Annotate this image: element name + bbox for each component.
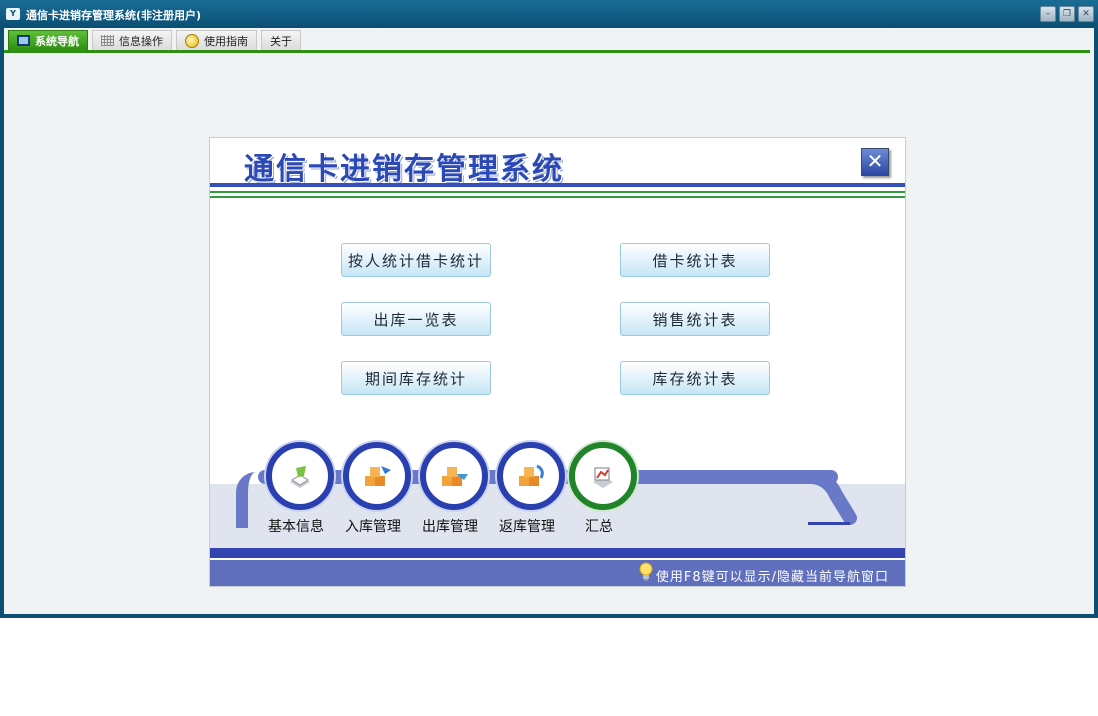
- navigation-panel: 通信卡进销存管理系统 ✕ 按人统计借卡统计 借卡统计表 出库一览表 销售统计表 …: [209, 137, 906, 587]
- module-ring: [266, 442, 334, 510]
- module-summary[interactable]: 汇总: [559, 442, 639, 542]
- module-ring: [343, 442, 411, 510]
- header-rule: [210, 191, 905, 193]
- tab-label: 使用指南: [204, 34, 248, 48]
- app-logo-icon: Y: [6, 8, 20, 20]
- panel-title: 通信卡进销存管理系统: [244, 152, 564, 187]
- module-basic-info[interactable]: 基本信息: [256, 442, 336, 542]
- tab-underline: [4, 50, 1090, 53]
- decorative-pipe: [770, 470, 857, 525]
- report-button-borrow-stats[interactable]: 借卡统计表: [620, 243, 770, 277]
- help-icon: [185, 33, 199, 48]
- return-icon: [519, 464, 544, 486]
- module-stock-out[interactable]: 出库管理: [410, 442, 490, 542]
- report-button-outbound-list[interactable]: 出库一览表: [341, 302, 491, 336]
- report-button-inventory-stats[interactable]: 库存统计表: [620, 361, 770, 395]
- basic-info-icon: [290, 466, 310, 488]
- module-label: 返库管理: [499, 519, 555, 535]
- restore-button[interactable]: ❐: [1059, 6, 1075, 22]
- panel-footer: 使用F8键可以显示/隐藏当前导航窗口: [210, 560, 905, 586]
- stock-out-icon: [442, 467, 468, 486]
- window-title: 通信卡进销存管理系统(非注册用户): [26, 9, 202, 22]
- module-label: 入库管理: [345, 519, 401, 535]
- tab-label: 系统导航: [35, 34, 79, 48]
- report-button-borrow-by-person[interactable]: 按人统计借卡统计: [341, 243, 491, 277]
- module-ring: [497, 442, 565, 510]
- module-stock-in[interactable]: 入库管理: [333, 442, 413, 542]
- module-return[interactable]: 返库管理: [487, 442, 567, 542]
- summary-icon: [593, 467, 613, 488]
- tab-user-guide[interactable]: 使用指南: [176, 30, 257, 50]
- panel-close-button[interactable]: ✕: [861, 148, 889, 176]
- module-label: 出库管理: [422, 519, 478, 535]
- tab-label: 关于: [270, 34, 292, 48]
- header-rule: [210, 183, 905, 187]
- module-ring: [420, 442, 488, 510]
- module-label: 基本信息: [268, 519, 324, 535]
- stock-in-icon: [365, 466, 391, 486]
- band-bar: [210, 548, 905, 558]
- tab-info-operation[interactable]: 信息操作: [92, 30, 172, 50]
- module-ring: [569, 442, 637, 510]
- title-bar[interactable]: Y 通信卡进销存管理系统(非注册用户) – ❐ ✕: [0, 0, 1098, 28]
- close-button[interactable]: ✕: [1078, 6, 1094, 22]
- module-label: 汇总: [585, 519, 613, 535]
- minimize-button[interactable]: –: [1040, 6, 1056, 22]
- report-button-sales-stats[interactable]: 销售统计表: [620, 302, 770, 336]
- window-controls: – ❐ ✕: [1040, 6, 1094, 22]
- footer-hint: 使用F8键可以显示/隐藏当前导航窗口: [655, 570, 889, 585]
- monitor-icon: [17, 35, 30, 46]
- tab-about[interactable]: 关于: [261, 30, 301, 50]
- report-button-period-inventory[interactable]: 期间库存统计: [341, 361, 491, 395]
- tab-system-navigation[interactable]: 系统导航: [8, 30, 88, 50]
- header-rule: [210, 196, 905, 198]
- grid-icon: [101, 35, 114, 46]
- tab-bar: 系统导航 信息操作 使用指南 关于: [8, 30, 301, 52]
- lightbulb-icon: [639, 562, 653, 581]
- tab-label: 信息操作: [119, 34, 163, 48]
